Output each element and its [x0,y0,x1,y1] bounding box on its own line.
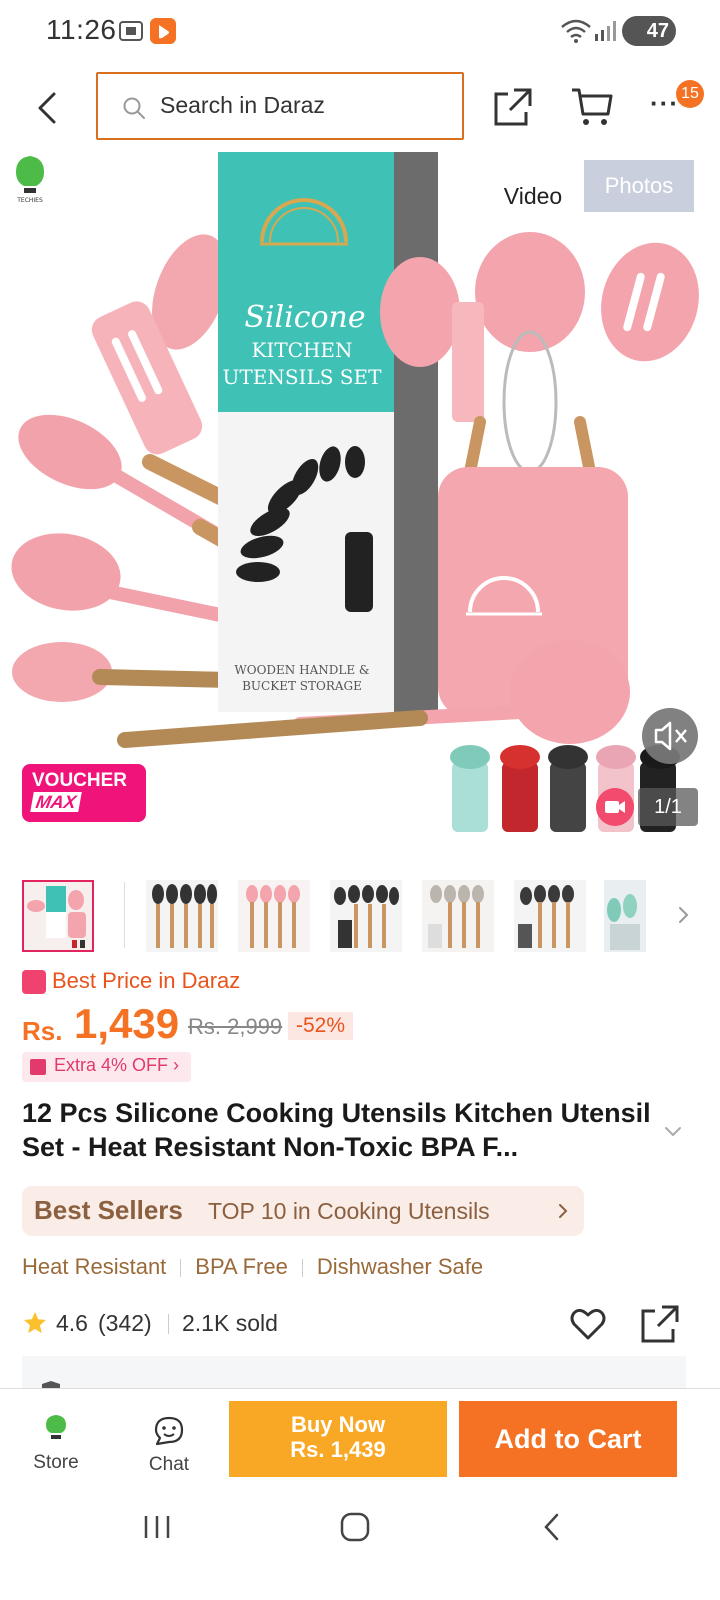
battery-indicator: 47 [622,16,676,46]
wifi-icon [561,19,591,43]
chevron-right-icon: › [173,1055,180,1075]
video-icon[interactable] [596,788,634,826]
voucher-line2: MAX [30,792,82,812]
voucher-icon [30,1059,46,1075]
back-icon[interactable] [542,1512,562,1542]
add-to-cart-button[interactable]: Add to Cart [459,1401,677,1477]
thumbnail-2[interactable] [146,880,218,952]
chevron-down-icon[interactable] [662,1124,684,1140]
rating-divider [168,1314,169,1334]
page-counter: 1/1 [638,788,698,826]
bottom-action-bar: Store Chat Buy Now Rs. 1,439 Add to Cart [0,1388,720,1486]
recents-icon[interactable] [142,1514,172,1540]
system-nav-bar [0,1488,720,1600]
box-title: Silicone [244,300,365,335]
chevron-right-icon[interactable] [674,900,694,930]
best-price-label: Best Price in Daraz [52,968,241,993]
signal-icon [595,21,616,41]
mute-icon[interactable] [642,708,698,764]
chat-button[interactable]: Chat [134,1415,204,1477]
share-icon[interactable] [640,1304,680,1344]
thumbnail-4[interactable] [330,880,402,952]
product-title: 12 Pcs Silicone Cooking Utensils Kitchen… [22,1098,651,1162]
tab-video[interactable]: Video [494,170,572,222]
extra-off-voucher[interactable]: Extra 4% OFF › [22,1052,192,1082]
extra-off-label: Extra 4% OFF [54,1055,169,1075]
voucher-max-badge[interactable]: VOUCHER MAX [22,764,146,822]
search-input[interactable]: Search in Daraz [96,72,464,140]
feature-divider [301,1259,303,1278]
feature-divider [180,1259,182,1278]
product-image-gallery[interactable]: Silicone KITCHEN UTENSILS SET WOODEN HAN… [0,152,720,864]
thumbnail-5[interactable] [422,880,494,952]
search-placeholder: Search in Daraz [160,92,325,118]
price-currency: Rs. [22,1016,63,1046]
sold-count: 2.1K sold [182,1310,278,1336]
current-price: 1,439 [74,1000,180,1047]
chat-icon [154,1416,184,1446]
guarantee-section-peek[interactable] [22,1356,686,1390]
price-tag-icon [22,970,46,994]
discount-badge: -52% [288,1012,354,1040]
screenshot-icon [119,21,143,41]
notification-badge: 15 [676,80,704,108]
svg-text:UTENSILS SET: UTENSILS SET [223,365,383,389]
status-bar: 11:26 47 [0,0,720,62]
status-clock: 11:26 [46,14,117,45]
share-icon[interactable] [492,86,534,128]
chevron-right-icon [559,1204,568,1218]
buy-now-label: Buy Now [290,1412,386,1437]
rating-count: (342) [98,1310,152,1336]
svg-text:WOODEN HANDLE &: WOODEN HANDLE & [234,663,370,677]
feature-tag: Dishwasher Safe [316,1254,484,1279]
thumbnail-strip[interactable] [0,876,720,962]
brand-logo-text: TECHIES [16,197,43,204]
store-label: Store [33,1452,79,1473]
thumbnail-6[interactable] [514,880,586,952]
feature-tag: Heat Resistant [22,1254,167,1279]
heart-icon[interactable] [568,1304,608,1344]
tab-photos[interactable]: Photos [584,160,694,212]
voucher-line1: VOUCHER [32,770,128,791]
best-sellers-label: Best Sellers [34,1195,183,1225]
product-photo: Silicone KITCHEN UTENSILS SET WOODEN HAN… [11,152,699,832]
search-icon [123,97,145,119]
rating-value: 4.6 [56,1310,88,1336]
store-icon [46,1415,66,1439]
feature-tag: BPA Free [195,1254,288,1279]
feature-tags: Heat Resistant BPA Free Dishwasher Safe [22,1254,483,1284]
back-arrow-icon[interactable] [28,88,68,128]
chat-label: Chat [148,1454,190,1475]
home-icon[interactable] [340,1512,370,1542]
thumbnail-3[interactable] [238,880,310,952]
thumbnail-divider [124,882,125,948]
app-notification-icon [150,18,176,44]
cart-icon[interactable] [570,86,614,128]
thumbnail-7[interactable] [604,880,646,952]
svg-text:BUCKET STORAGE: BUCKET STORAGE [242,679,362,693]
buy-now-price: Rs. 1,439 [290,1437,386,1462]
star-icon [24,1312,46,1333]
best-sellers-rank: TOP 10 in Cooking Utensils [208,1198,490,1224]
store-button[interactable]: Store [20,1413,92,1475]
best-sellers-banner[interactable]: Best Sellers TOP 10 in Cooking Utensils [22,1186,584,1236]
original-price: Rs. 2,999 [188,1014,283,1039]
brand-logo: TECHIES [16,156,44,204]
svg-text:KITCHEN: KITCHEN [251,338,352,362]
thumbnail-1[interactable] [22,880,94,952]
buy-now-button[interactable]: Buy Now Rs. 1,439 [229,1401,447,1477]
